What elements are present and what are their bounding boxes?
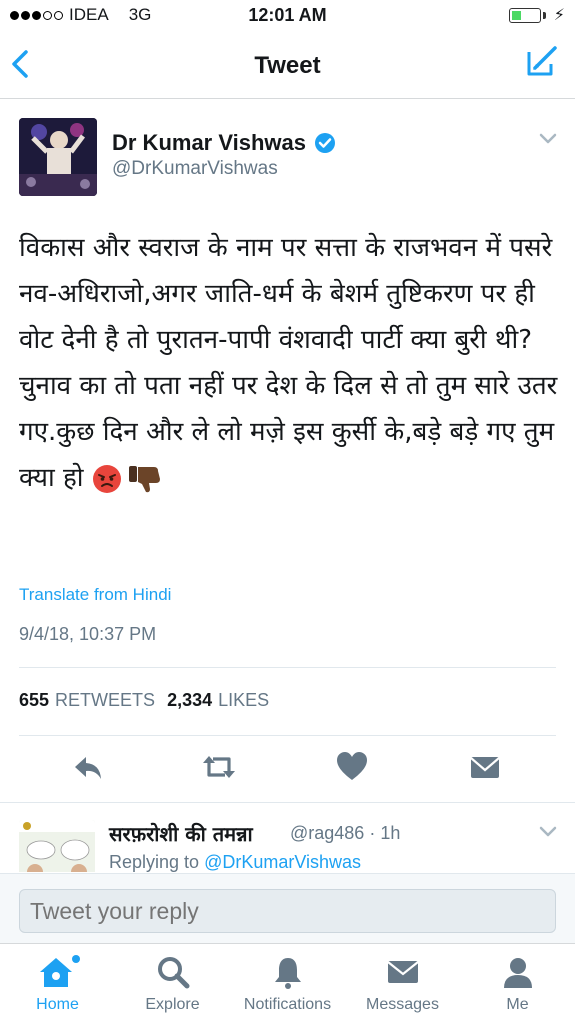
navigation-bar: Tweet xyxy=(0,32,575,99)
chevron-down-icon[interactable] xyxy=(539,826,557,838)
author-avatar[interactable] xyxy=(19,118,97,196)
divider xyxy=(19,735,556,736)
author-name[interactable]: Dr Kumar Vishwas xyxy=(112,130,336,156)
tab-home[interactable]: Home xyxy=(0,954,115,1014)
divider xyxy=(19,667,556,668)
tab-notifications[interactable]: Notifications xyxy=(230,954,345,1014)
status-time: 12:01 AM xyxy=(248,5,327,25)
author-handle[interactable]: @DrKumarVishwas xyxy=(112,158,278,180)
battery-icon xyxy=(509,8,541,23)
tab-notifications-label: Notifications xyxy=(243,996,332,1013)
tweet-body: विकास और स्वराज के नाम पर सत्ता के राजभव… xyxy=(19,225,559,501)
page-title: Tweet xyxy=(254,52,321,79)
envelope-icon xyxy=(386,961,419,983)
verified-badge-icon xyxy=(315,133,336,153)
retweets-label[interactable]: RETWEETS xyxy=(55,690,155,711)
person-icon xyxy=(503,958,532,988)
reply-composer xyxy=(0,873,575,944)
status-bar: IDEA 3G 12:01 AM ⚡ xyxy=(0,0,575,32)
thumbs-down-icon xyxy=(128,465,160,492)
battery-nub xyxy=(543,12,546,19)
tab-explore-label: Explore xyxy=(145,996,200,1013)
replying-to-handle-link[interactable]: @DrKumarVishwas xyxy=(204,852,361,872)
tweet-timestamp: 9/4/18, 10:37 PM xyxy=(19,624,157,644)
tweet-actions xyxy=(0,749,575,789)
charging-icon: ⚡ xyxy=(553,7,565,24)
retweets-count[interactable]: 655 xyxy=(19,690,49,711)
search-icon xyxy=(157,957,189,989)
compose-tweet-icon[interactable] xyxy=(523,44,559,80)
reply-author-name[interactable]: सरफ़रोशी की तमन्ना xyxy=(109,820,253,847)
engagement-stats: 655 RETWEETS 2,334 LIKES xyxy=(19,690,269,711)
reply-icon[interactable] xyxy=(70,749,106,785)
bell-icon xyxy=(274,958,301,989)
reply-author-avatar[interactable] xyxy=(19,820,95,872)
tab-messages[interactable]: Messages xyxy=(345,954,460,1014)
direct-message-icon[interactable] xyxy=(467,749,503,785)
tab-me[interactable]: Me xyxy=(460,954,575,1014)
reply-input[interactable] xyxy=(19,889,556,933)
tab-me-label: Me xyxy=(506,996,529,1013)
likes-label[interactable]: LIKES xyxy=(218,690,269,711)
emoji-group xyxy=(92,464,162,494)
divider xyxy=(0,802,575,803)
angry-face-icon xyxy=(92,464,121,493)
tab-explore[interactable]: Explore xyxy=(115,954,230,1014)
translate-link[interactable]: Translate from Hindi xyxy=(19,585,171,605)
replying-to-prefix: Replying to xyxy=(109,852,205,872)
home-icon xyxy=(39,955,80,987)
tweet-text: विकास और स्वराज के नाम पर सत्ता के राजभव… xyxy=(19,233,558,493)
author-name-text: Dr Kumar Vishwas xyxy=(112,130,307,155)
tab-messages-label: Messages xyxy=(366,996,439,1013)
replying-to-line: Replying to @DrKumarVishwas xyxy=(109,852,361,872)
reply-author-handle: @rag486 · 1h xyxy=(290,823,401,843)
like-heart-icon[interactable] xyxy=(334,749,370,785)
retweet-icon[interactable] xyxy=(201,749,237,785)
bottom-tab-bar: Home Explore Notifications Messages Me xyxy=(0,943,575,1025)
likes-count[interactable]: 2,334 xyxy=(167,690,212,711)
tab-home-label: Home xyxy=(36,996,79,1013)
reply-tweet[interactable]: सरफ़रोशी की तमन्ना @rag486 · 1h Replying… xyxy=(0,806,575,872)
chevron-down-icon[interactable] xyxy=(539,133,557,145)
